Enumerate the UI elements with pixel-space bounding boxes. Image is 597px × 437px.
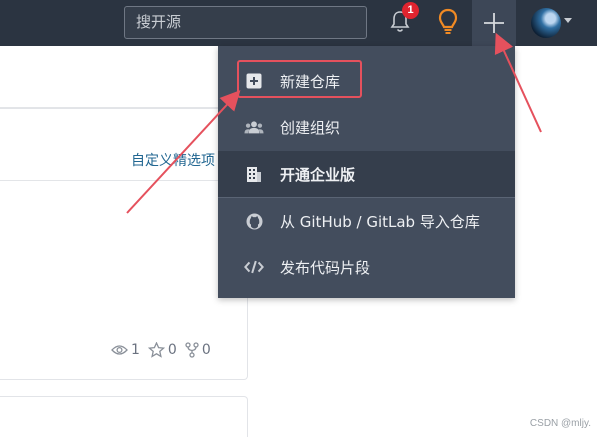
watch-stat[interactable]: 1	[111, 342, 140, 358]
code-icon	[244, 257, 264, 277]
star-count: 0	[167, 342, 177, 358]
annotation-highlight-box	[237, 60, 362, 98]
menu-item-create-org[interactable]: 创建组织	[218, 104, 515, 150]
menu-item-label: 开通企业版	[280, 165, 356, 184]
create-menu-button[interactable]	[472, 0, 516, 46]
ideas-button[interactable]	[432, 5, 464, 39]
content-card	[0, 396, 248, 437]
eye-icon	[111, 345, 128, 355]
notification-badge: 1	[402, 2, 419, 19]
star-icon	[147, 342, 165, 358]
content-card	[0, 108, 248, 380]
github-icon	[244, 211, 264, 231]
fork-count: 0	[201, 342, 211, 358]
top-navbar: 搜开源 1	[0, 0, 597, 46]
caret-down-icon[interactable]	[564, 18, 572, 23]
fork-icon	[185, 342, 199, 358]
card-divider	[0, 180, 248, 181]
repo-stats: 1 0 0	[111, 342, 215, 358]
menu-item-import-repo[interactable]: 从 GitHub / GitLab 导入仓库	[218, 198, 515, 244]
customize-featured-link[interactable]: 自定义精选项	[131, 150, 221, 170]
menu-item-publish-snippet[interactable]: 发布代码片段	[218, 244, 515, 290]
search-input[interactable]: 搜开源	[124, 6, 367, 39]
avatar[interactable]	[531, 8, 561, 38]
building-icon	[244, 164, 264, 184]
watermark: CSDN @mljy.	[529, 418, 591, 429]
watch-count: 1	[131, 342, 140, 358]
users-icon	[244, 117, 264, 137]
menu-item-label: 发布代码片段	[280, 258, 371, 277]
plus-icon	[484, 13, 504, 33]
star-stat[interactable]: 0	[147, 342, 177, 358]
lightbulb-icon	[438, 8, 458, 34]
menu-item-label: 创建组织	[280, 118, 341, 137]
menu-item-label: 从 GitHub / GitLab 导入仓库	[280, 212, 480, 231]
fork-stat[interactable]: 0	[185, 342, 211, 358]
menu-item-enterprise[interactable]: 开通企业版	[218, 151, 515, 197]
